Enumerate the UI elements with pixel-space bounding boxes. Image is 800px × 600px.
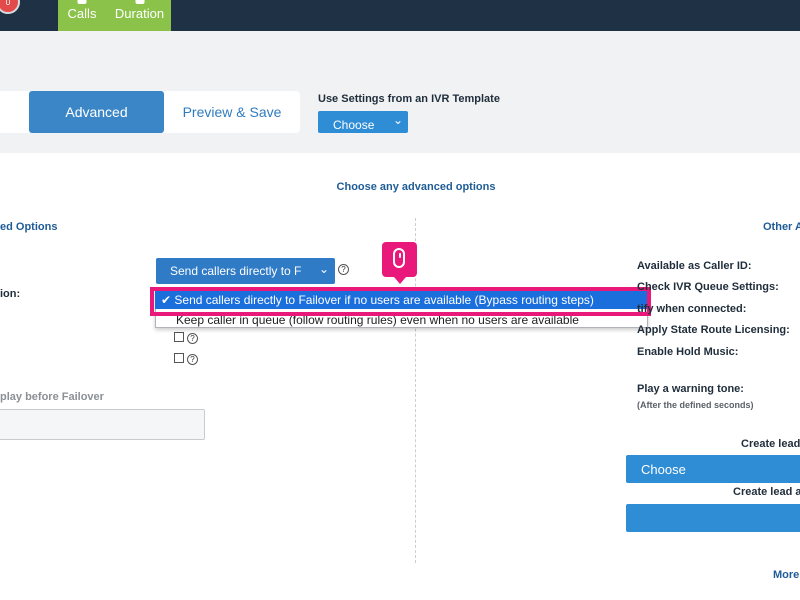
mouse-icon	[393, 248, 405, 268]
warning-tone-label: Play a warning tone:	[637, 383, 744, 395]
stats-tabs: Calls Duration	[58, 0, 171, 31]
help-icon[interactable]: ?	[338, 264, 349, 275]
tab-preview-save[interactable]: Preview & Save	[164, 91, 300, 133]
ivr-template-label: Use Settings from an IVR Template	[318, 93, 500, 105]
option-label: ion:	[0, 288, 21, 300]
tab-duration[interactable]: Duration	[108, 0, 171, 31]
warning-tone-hint: (After the defined seconds)	[637, 400, 754, 410]
failover-behavior-select[interactable]: Send callers directly to F ⌄	[156, 258, 335, 284]
create-lead-as-select[interactable]	[626, 504, 800, 532]
state-route-licensing-label: Apply State Route Licensing:	[637, 324, 790, 336]
chevron-down-icon: ⌄	[318, 262, 329, 276]
create-lead-label: Create lead	[741, 438, 800, 450]
ivr-queue-settings-label: Check IVR Queue Settings:	[637, 281, 779, 293]
right-section-title: Other A	[763, 221, 800, 233]
option-checkbox[interactable]	[174, 332, 184, 342]
left-section-title: ed Options	[0, 221, 58, 233]
advanced-options-panel	[0, 153, 800, 600]
tab-advanced[interactable]: Advanced	[29, 91, 164, 133]
advanced-options-heading: Choose any advanced options	[336, 181, 496, 193]
option-checkbox[interactable]	[174, 353, 184, 363]
failover-select-value: Send callers directly to F	[170, 264, 302, 278]
help-icon[interactable]: ?	[187, 354, 198, 365]
chevron-down-icon: ⌄	[392, 113, 403, 127]
ivr-template-select-value: Choose	[333, 118, 375, 132]
failover-play-label: play before Failover	[0, 391, 104, 403]
create-lead-select-value: Choose	[641, 462, 686, 477]
help-icon[interactable]: ?	[187, 333, 198, 344]
notify-connected-label: tify when connected:	[637, 303, 747, 315]
calls-icon	[77, 0, 87, 4]
click-highlight-frame	[150, 287, 651, 316]
create-lead-as-label: Create lead a	[733, 486, 800, 498]
create-lead-select[interactable]: Choose	[626, 455, 800, 483]
hold-music-label: Enable Hold Music:	[637, 346, 739, 358]
failover-play-input[interactable]	[0, 409, 205, 440]
tab-calls[interactable]: Calls	[58, 0, 106, 31]
tab-calls-label: Calls	[67, 6, 97, 21]
duration-icon	[135, 0, 144, 4]
tab-duration-label: Duration	[114, 6, 165, 21]
caller-id-label: Available as Caller ID:	[637, 260, 752, 272]
more-link[interactable]: More	[773, 569, 799, 581]
click-marker	[382, 242, 417, 284]
ivr-template-select[interactable]: Choose ⌄	[318, 111, 408, 133]
